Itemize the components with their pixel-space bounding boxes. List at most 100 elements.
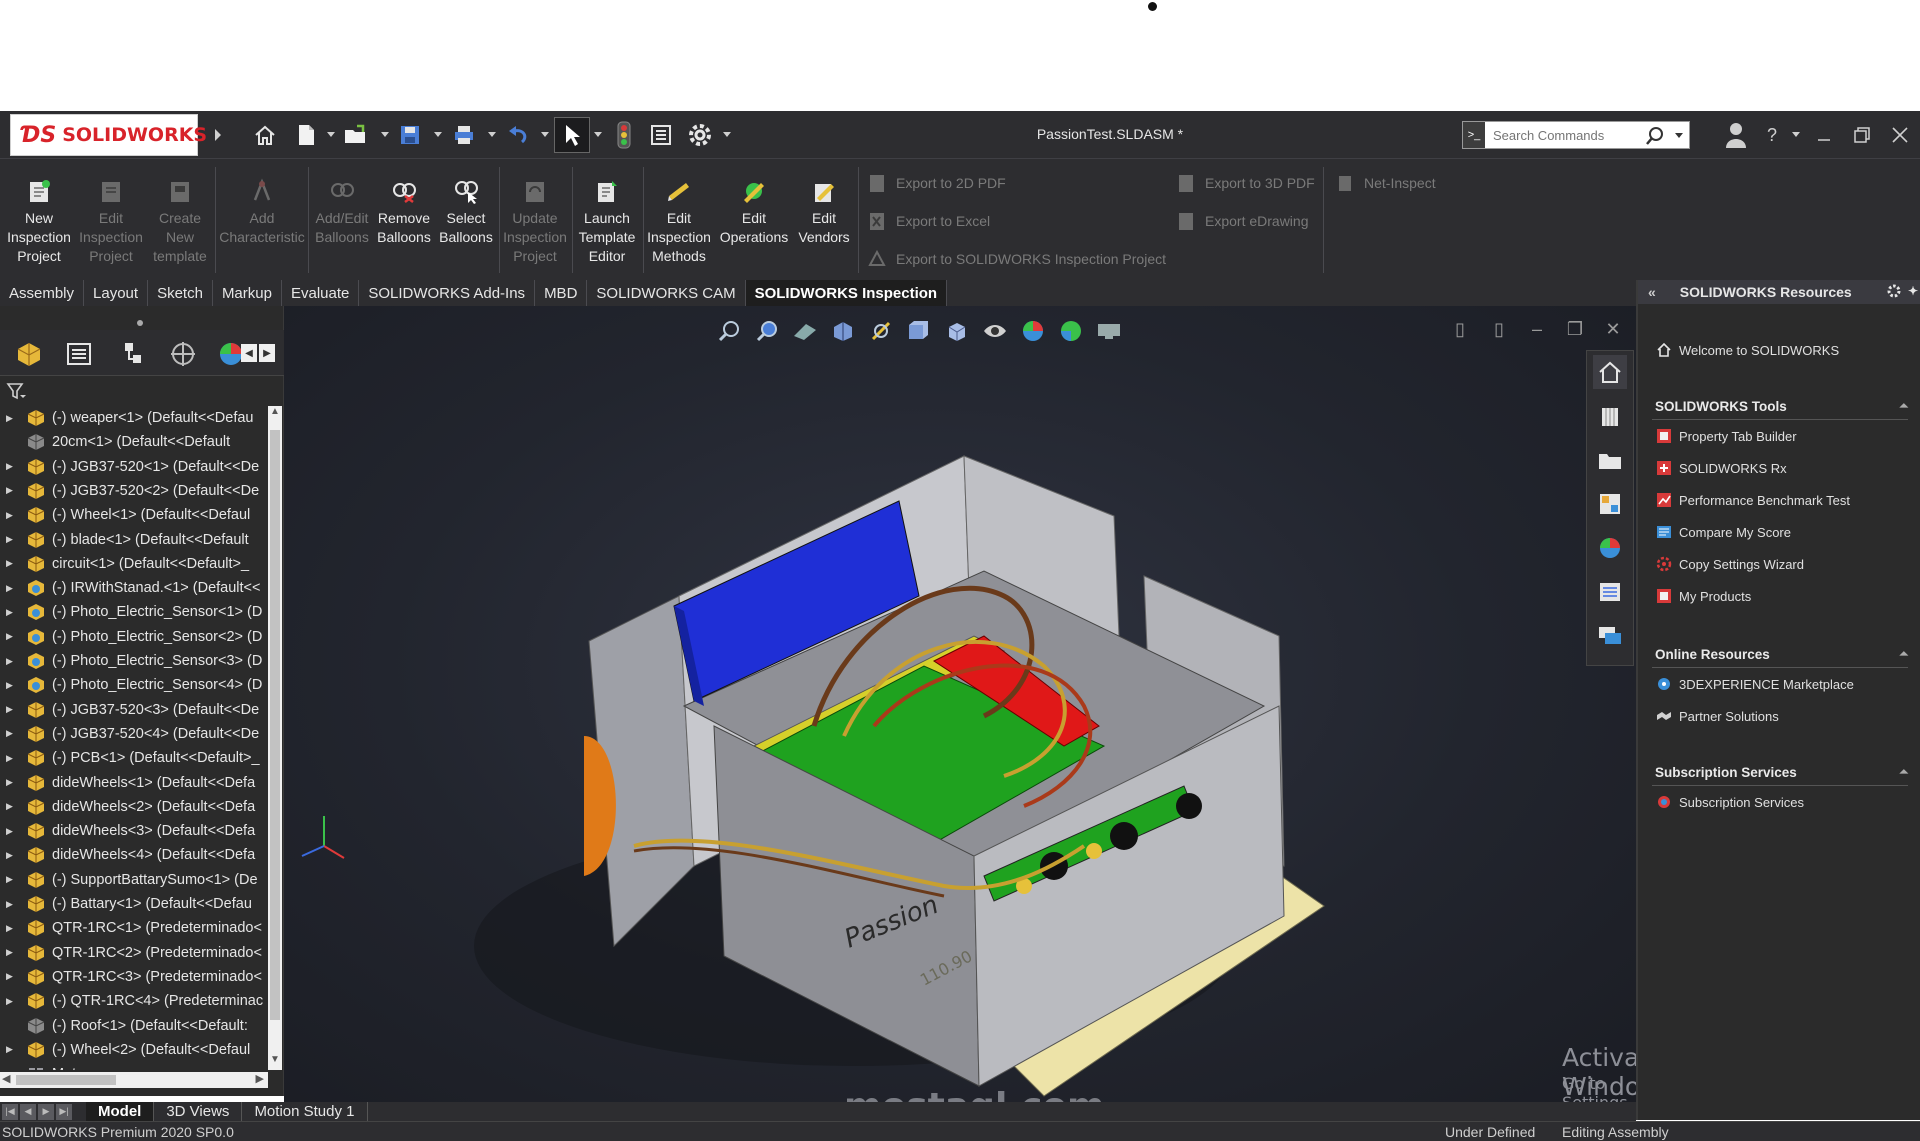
tree-item[interactable]: ▶ (-) Photo_Electric_Sensor<3> (D: [0, 649, 268, 673]
tab-assembly[interactable]: Assembly: [0, 280, 85, 306]
tree-item[interactable]: ▶ (-) Photo_Electric_Sensor<1> (D: [0, 600, 268, 624]
tab-markup[interactable]: Markup: [213, 280, 282, 306]
tree-item[interactable]: ▶ QTR-1RC<2> (Predeterminado<: [0, 941, 268, 965]
options-gear-icon[interactable]: [687, 122, 713, 148]
search-icon[interactable]: [1645, 126, 1665, 151]
panel-grip[interactable]: [137, 320, 143, 326]
tab-cam[interactable]: SOLIDWORKS CAM: [587, 280, 746, 306]
save-dropdown-icon[interactable]: [434, 132, 442, 137]
scroll-right-icon[interactable]: ▶: [256, 1072, 264, 1085]
tree-item[interactable]: ▶ dideWheels<4> (Default<<Defa: [0, 843, 268, 867]
tool-copy-settings-wizard[interactable]: Copy Settings Wizard: [1652, 548, 1908, 580]
expand-arrow-icon[interactable]: ▶: [6, 656, 20, 667]
tree-item[interactable]: ▶ (-) weaper<1> (Default<<Defau: [0, 406, 268, 430]
dimxpert-tab-icon[interactable]: [168, 339, 198, 369]
tab-3d-views[interactable]: 3D Views: [154, 1102, 243, 1121]
tree-item[interactable]: (-) Roof<1> (Default<<Default:: [0, 1014, 268, 1038]
tab-motion-study[interactable]: Motion Study 1: [242, 1102, 368, 1121]
open-dropdown-icon[interactable]: [381, 132, 389, 137]
design-library-icon[interactable]: [1593, 399, 1627, 433]
tree-item[interactable]: ▶ (-) JGB37-520<2> (Default<<De: [0, 479, 268, 503]
undo-icon[interactable]: [505, 122, 531, 148]
property-manager-tab-icon[interactable]: [64, 339, 94, 369]
expand-arrow-icon[interactable]: ▶: [6, 1044, 20, 1055]
menu-expand-icon[interactable]: [205, 122, 231, 148]
search-commands-box[interactable]: >_: [1462, 121, 1690, 149]
add-characteristic-button[interactable]: Add Characteristic: [218, 159, 306, 279]
tab-layout[interactable]: Layout: [84, 280, 149, 306]
collapse-pane-icon[interactable]: «: [1648, 284, 1656, 300]
collapse-online-icon[interactable]: ⏶: [1899, 648, 1908, 661]
tab-addins[interactable]: SOLIDWORKS Add-Ins: [359, 280, 536, 306]
save-icon[interactable]: [397, 122, 423, 148]
options-dropdown-icon[interactable]: [723, 132, 731, 137]
expand-arrow-icon[interactable]: ▶: [6, 461, 20, 472]
scroll-up-icon[interactable]: ▲: [268, 406, 282, 422]
print-icon[interactable]: [451, 122, 477, 148]
tree-item[interactable]: ▶ dideWheels<2> (Default<<Defa: [0, 795, 268, 819]
tool-property-tab-builder[interactable]: Property Tab Builder: [1652, 420, 1908, 452]
expand-arrow-icon[interactable]: ▶: [6, 485, 20, 496]
first-tab-icon[interactable]: |◀: [2, 1103, 18, 1120]
expand-arrow-icon[interactable]: ▶: [6, 899, 20, 910]
graphics-area[interactable]: ▯ ▯ – ❐ ✕ Passion 110.90 Activa Windo Go…: [284, 306, 1636, 1102]
home-icon[interactable]: [252, 122, 278, 148]
tree-item[interactable]: ▶ (-) blade<1> (Default<<Default: [0, 528, 268, 552]
view-palette-icon[interactable]: [1593, 487, 1627, 521]
expand-arrow-icon[interactable]: ▶: [6, 971, 20, 982]
launch-template-editor-button[interactable]: Launch Template Editor: [574, 159, 640, 279]
expand-arrow-icon[interactable]: ▶: [6, 510, 20, 521]
tree-item[interactable]: ▶ (-) Battary<1> (Default<<Defau: [0, 892, 268, 916]
edit-vendors-button[interactable]: Edit Vendors: [794, 159, 854, 279]
export-2d-pdf-button[interactable]: Export to 2D PDF: [866, 171, 1006, 195]
help-dropdown-icon[interactable]: [1792, 132, 1800, 137]
expand-arrow-icon[interactable]: ▶: [6, 631, 20, 642]
configuration-manager-tab-icon[interactable]: [118, 339, 148, 369]
expand-arrow-icon[interactable]: ▶: [6, 607, 20, 618]
collapse-tools-icon[interactable]: ⏶: [1899, 400, 1908, 413]
h-scroll-thumb[interactable]: [16, 1075, 116, 1085]
scroll-thumb[interactable]: [270, 430, 280, 1020]
feature-tree-tab-icon[interactable]: [14, 339, 44, 369]
tree-item[interactable]: ▶ (-) Wheel<2> (Default<<Defaul: [0, 1038, 268, 1062]
remove-balloons-button[interactable]: Remove Balloons: [374, 159, 434, 279]
tool-performance-benchmark[interactable]: Performance Benchmark Test: [1652, 484, 1908, 516]
tool-compare-my-score[interactable]: Compare My Score: [1652, 516, 1908, 548]
minimize-icon[interactable]: [1810, 121, 1838, 149]
forum-icon[interactable]: [1593, 619, 1627, 653]
search-dropdown-icon[interactable]: [1675, 133, 1683, 138]
net-inspect-button[interactable]: Net-Inspect: [1334, 171, 1436, 195]
online-partner-solutions[interactable]: Partner Solutions: [1652, 700, 1908, 732]
file-properties-icon[interactable]: [648, 122, 674, 148]
tree-item[interactable]: ▶ dideWheels<3> (Default<<Defa: [0, 819, 268, 843]
print-dropdown-icon[interactable]: [488, 132, 496, 137]
tree-item[interactable]: Mates: [0, 1062, 268, 1070]
scroll-left-icon[interactable]: ◀: [2, 1072, 10, 1085]
tree-item[interactable]: ▶ dideWheels<1> (Default<<Defa: [0, 771, 268, 795]
custom-properties-icon[interactable]: [1593, 575, 1627, 609]
tree-item[interactable]: ▶ (-) JGB37-520<3> (Default<<De: [0, 698, 268, 722]
undo-dropdown-icon[interactable]: [541, 132, 549, 137]
tree-item[interactable]: ▶ (-) JGB37-520<1> (Default<<De: [0, 455, 268, 479]
restore-icon[interactable]: [1848, 121, 1876, 149]
user-account-icon[interactable]: [1722, 121, 1750, 149]
new-inspection-project-button[interactable]: New Inspection Project: [4, 159, 74, 279]
scroll-down-icon[interactable]: ▼: [268, 1054, 282, 1070]
tabs-scroll-right-icon[interactable]: ▶: [259, 344, 275, 362]
welcome-link[interactable]: Welcome to SOLIDWORKS: [1652, 334, 1908, 366]
subscription-services-link[interactable]: Subscription Services: [1652, 786, 1908, 818]
export-edrawing-button[interactable]: Export eDrawing: [1175, 209, 1309, 233]
collapse-subs-icon[interactable]: ⏶: [1899, 766, 1908, 779]
last-tab-icon[interactable]: ▶|: [56, 1103, 72, 1120]
tree-item[interactable]: ▶ (-) SupportBattarySumo<1> (De: [0, 868, 268, 892]
open-folder-icon[interactable]: [343, 122, 369, 148]
tree-item[interactable]: ▶ QTR-1RC<1> (Predeterminado<: [0, 916, 268, 940]
tree-item[interactable]: ▶ QTR-1RC<3> (Predeterminado<: [0, 965, 268, 989]
select-cursor-icon[interactable]: [554, 117, 590, 153]
expand-arrow-icon[interactable]: ▶: [6, 996, 20, 1007]
solidworks-logo[interactable]: ƊS SOLIDWORKS: [10, 114, 207, 156]
tree-horizontal-scrollbar[interactable]: ◀ ▶: [0, 1072, 268, 1088]
export-3d-pdf-button[interactable]: Export to 3D PDF: [1175, 171, 1315, 195]
tree-item[interactable]: ▶ (-) JGB37-520<4> (Default<<De: [0, 722, 268, 746]
new-document-icon[interactable]: [293, 122, 319, 148]
